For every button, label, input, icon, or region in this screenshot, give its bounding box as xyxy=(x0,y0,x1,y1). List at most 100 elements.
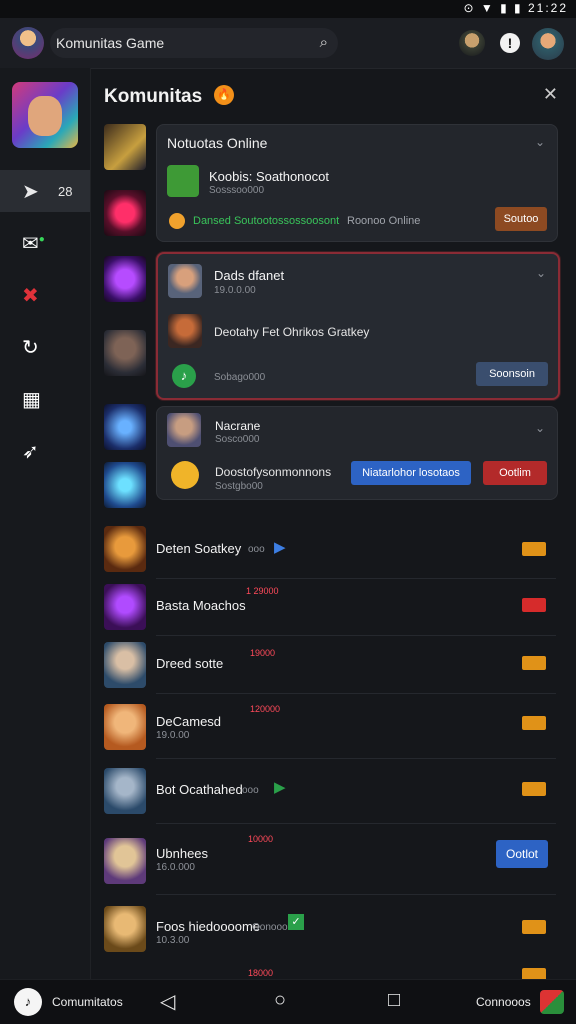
list-item-suffix: ooo xyxy=(242,785,259,796)
bottom-nav: ♪ Comumitatos ◁ ○ □ Connooos xyxy=(0,979,576,1024)
member-name: Dads dfanet xyxy=(214,268,285,283)
card-action-button[interactable]: Soonsoin xyxy=(476,362,548,386)
sword-icon: ✖ xyxy=(22,285,39,307)
primary-action-button[interactable]: Niatarlohor losotaos xyxy=(351,461,471,485)
member-name: Nacrane xyxy=(215,419,261,433)
play-icon: ▶ xyxy=(274,779,286,796)
card-online[interactable]: Notuotas Online ⌄ Koobis: Soathonocot So… xyxy=(156,124,558,242)
profile-avatar[interactable] xyxy=(532,28,564,60)
member-avatar xyxy=(167,165,199,197)
list-action-button[interactable]: Ootlot xyxy=(496,840,548,868)
list-item-badge[interactable] xyxy=(522,656,546,670)
list-item-badge[interactable] xyxy=(522,598,546,612)
status-text: Dansed Soutootossossoosont xyxy=(193,215,340,227)
list-avatar xyxy=(104,704,146,750)
member-sub: Sosco000 xyxy=(215,434,260,445)
list-item-badge[interactable] xyxy=(522,920,546,934)
list-item-name: Deten Soatkey xyxy=(156,541,242,556)
list-item-badge[interactable] xyxy=(522,542,546,556)
card-message[interactable]: Dads dfanet 19.0.0.00 ⌄ Deotahy Fet Ohri… xyxy=(156,252,560,400)
chevron-down-icon[interactable]: ⌄ xyxy=(535,421,545,435)
list-item-badge[interactable] xyxy=(522,716,546,730)
list-item-sub: 10.3.00 xyxy=(156,935,190,946)
list-avatar xyxy=(104,584,146,630)
top-bar: Komunitas Game ⌕ ! xyxy=(0,18,576,69)
divider xyxy=(156,635,556,636)
calendar-icon: ▦ xyxy=(22,389,41,411)
list-item-tag: 19000 xyxy=(250,648,276,658)
list-item-name: Bot Ocathahed xyxy=(156,782,243,797)
list-item-tag: 18000 xyxy=(248,968,274,978)
card-invite[interactable]: Nacrane Sosco000 ⌄ Doostofysonmonnons So… xyxy=(156,406,558,500)
sidebar-item-refresh[interactable]: ↻ xyxy=(0,326,90,368)
home-icon[interactable]: ○ xyxy=(274,989,286,1012)
back-icon[interactable]: ◁ xyxy=(160,989,175,1014)
list-item-tag: 10000 xyxy=(248,834,274,844)
card-action-button[interactable]: Soutoo xyxy=(495,207,547,231)
divider xyxy=(156,894,556,895)
search-bar[interactable]: Komunitas Game ⌕ xyxy=(50,28,338,58)
nav-right-label[interactable]: Connooos xyxy=(476,995,531,1009)
list-item-suffix: ooo xyxy=(248,544,265,555)
list-item-tag: 1 29000 xyxy=(246,586,279,596)
profile-nav-icon[interactable] xyxy=(540,990,564,1014)
card-header: Notuotas Online xyxy=(167,135,268,151)
list-item-name: Dreed sotte xyxy=(156,656,224,671)
card-thumbnail xyxy=(104,404,146,450)
card-thumbnail xyxy=(104,190,146,236)
status-time: 21:22 xyxy=(527,1,568,15)
list-avatar xyxy=(104,526,146,572)
message-avatar xyxy=(168,314,202,348)
emoji-icon xyxy=(171,461,199,489)
sidebar-item-launch[interactable]: ➶ xyxy=(0,430,90,472)
footer-text: Sobago000 xyxy=(214,372,266,383)
divider xyxy=(156,823,556,824)
chevron-down-icon[interactable]: ⌄ xyxy=(536,266,546,280)
decline-button[interactable]: Ootlim xyxy=(483,461,547,485)
search-icon[interactable]: ⌕ xyxy=(320,34,328,51)
message-sub: Sostgbo00 xyxy=(215,481,263,492)
refresh-icon: ↻ xyxy=(22,337,39,359)
app-avatar[interactable] xyxy=(12,27,44,59)
close-icon[interactable]: ✕ xyxy=(543,84,558,105)
message-text: Deotahy Fet Ohrikos Gratkey xyxy=(214,325,370,339)
check-icon: ✓ xyxy=(288,914,304,930)
member-avatar xyxy=(168,264,202,298)
member-sub: Sosssoo000 xyxy=(209,185,265,196)
list-item-suffix: Oonooo xyxy=(252,922,288,933)
sidebar-count: 28 xyxy=(58,184,73,199)
list-item-sub: 16.0.000 xyxy=(156,862,195,873)
status-icons: ⊙ ▼ ▮ ▮ 21:22 xyxy=(463,1,568,15)
list-avatar xyxy=(104,642,146,688)
mouse-icon: ➤ xyxy=(22,181,39,203)
list-item-name: Foos hiedoooome xyxy=(156,919,261,934)
sidebar-item-calendar[interactable]: ▦ xyxy=(0,378,90,420)
play-icon: ▶ xyxy=(274,539,286,556)
recents-icon[interactable]: □ xyxy=(388,989,400,1012)
chevron-down-icon[interactable]: ⌄ xyxy=(535,135,545,149)
community-nav-icon[interactable]: ♪ xyxy=(14,988,42,1016)
list-avatar xyxy=(104,838,146,884)
music-icon: ♪ xyxy=(172,364,196,388)
sidebar: ➤ 28 ✉● ✖ ↻ ▦ ➶ xyxy=(0,68,91,980)
app-title: Komunitas Game xyxy=(56,35,165,51)
panel-badge: 🔥 xyxy=(214,85,234,105)
nav-left-label[interactable]: Comumitatos xyxy=(52,995,123,1009)
list-item-badge[interactable] xyxy=(522,782,546,796)
main-panel: Komunitas 🔥 ✕ Notuotas Online ⌄ Koobis: … xyxy=(96,68,576,982)
sidebar-item-battle[interactable]: ✖ xyxy=(0,274,90,316)
list-item-tag: 120000 xyxy=(250,704,281,714)
alert-icon[interactable]: ! xyxy=(500,33,520,53)
sidebar-item-chat[interactable]: ✉● xyxy=(0,222,90,264)
rocket-icon: ➶ xyxy=(22,441,39,463)
divider xyxy=(156,578,556,579)
list-avatar xyxy=(104,906,146,952)
user-avatar[interactable] xyxy=(459,30,485,56)
community-logo-face xyxy=(28,96,62,136)
sidebar-item-pointer[interactable]: ➤ 28 xyxy=(0,170,90,212)
list-item-name: Basta Moachos xyxy=(156,598,246,613)
card-thumbnail xyxy=(104,124,146,170)
member-avatar xyxy=(167,413,201,447)
message-text: Doostofysonmonnons xyxy=(215,465,332,479)
list-item-name: DeCamesd xyxy=(156,714,222,729)
